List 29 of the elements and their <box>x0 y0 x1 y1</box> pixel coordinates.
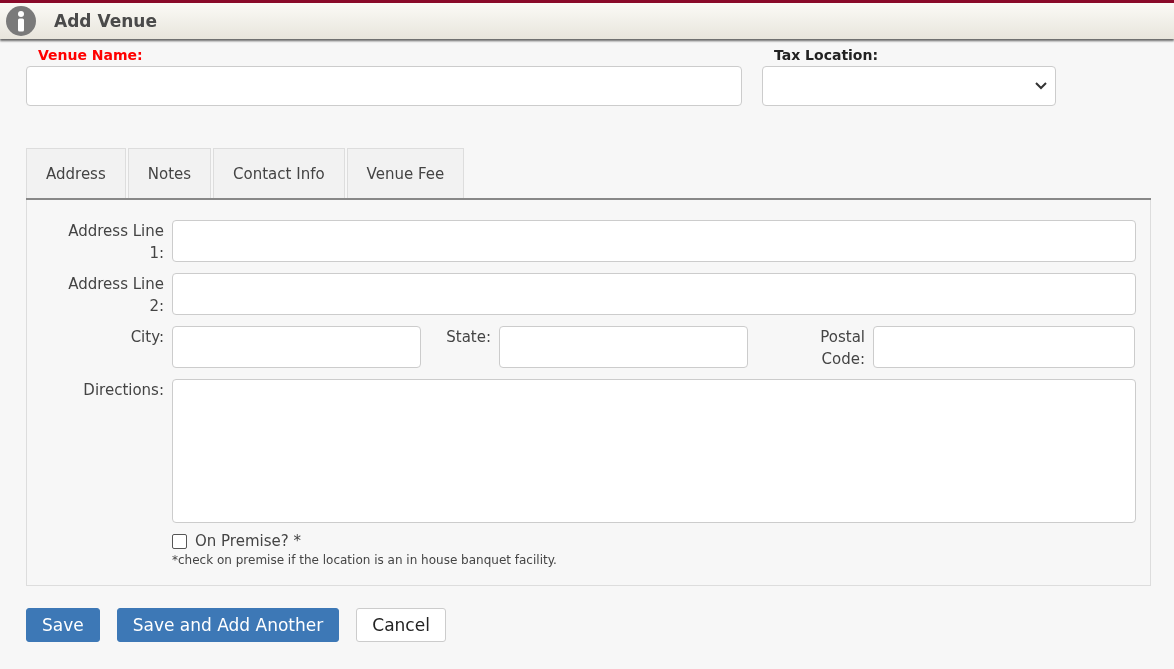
field-label: Tax Location: <box>774 47 879 63</box>
tab[interactable]: Notes <box>127 148 212 198</box>
info-icon <box>6 6 36 36</box>
input-field[interactable] <box>26 66 742 106</box>
tab[interactable]: Venue Fee <box>346 148 465 198</box>
field-label: Postal Code: <box>819 327 865 370</box>
field-label: City: <box>130 327 164 348</box>
primary-button[interactable]: Save <box>26 608 100 642</box>
chevron-down-icon <box>1035 82 1047 90</box>
select-field[interactable] <box>762 66 1056 106</box>
primary-button[interactable]: Save and Add Another <box>116 608 340 642</box>
cancel-button[interactable]: Cancel <box>356 608 446 642</box>
field-label: Directions: <box>83 380 164 401</box>
field-label: Address Line 2: <box>67 274 164 317</box>
field-label: Venue Name: <box>38 47 143 63</box>
hint-text: *check on premise if the location is an in house banquet facility. <box>172 553 558 567</box>
checkbox[interactable] <box>172 533 187 549</box>
input-field[interactable] <box>172 273 1136 315</box>
input-field[interactable] <box>172 326 421 368</box>
tab[interactable]: Address <box>26 148 126 198</box>
textarea-field[interactable] <box>172 379 1136 523</box>
field-label: Address Line 1: <box>67 221 164 264</box>
page-title: Add Venue <box>54 11 157 31</box>
input-field[interactable] <box>873 326 1135 368</box>
input-field[interactable] <box>499 326 748 368</box>
input-field[interactable] <box>172 220 1136 262</box>
field-label: State: <box>446 327 491 348</box>
checkbox-label: On Premise? * <box>195 532 301 550</box>
tab[interactable]: Contact Info <box>213 148 345 198</box>
